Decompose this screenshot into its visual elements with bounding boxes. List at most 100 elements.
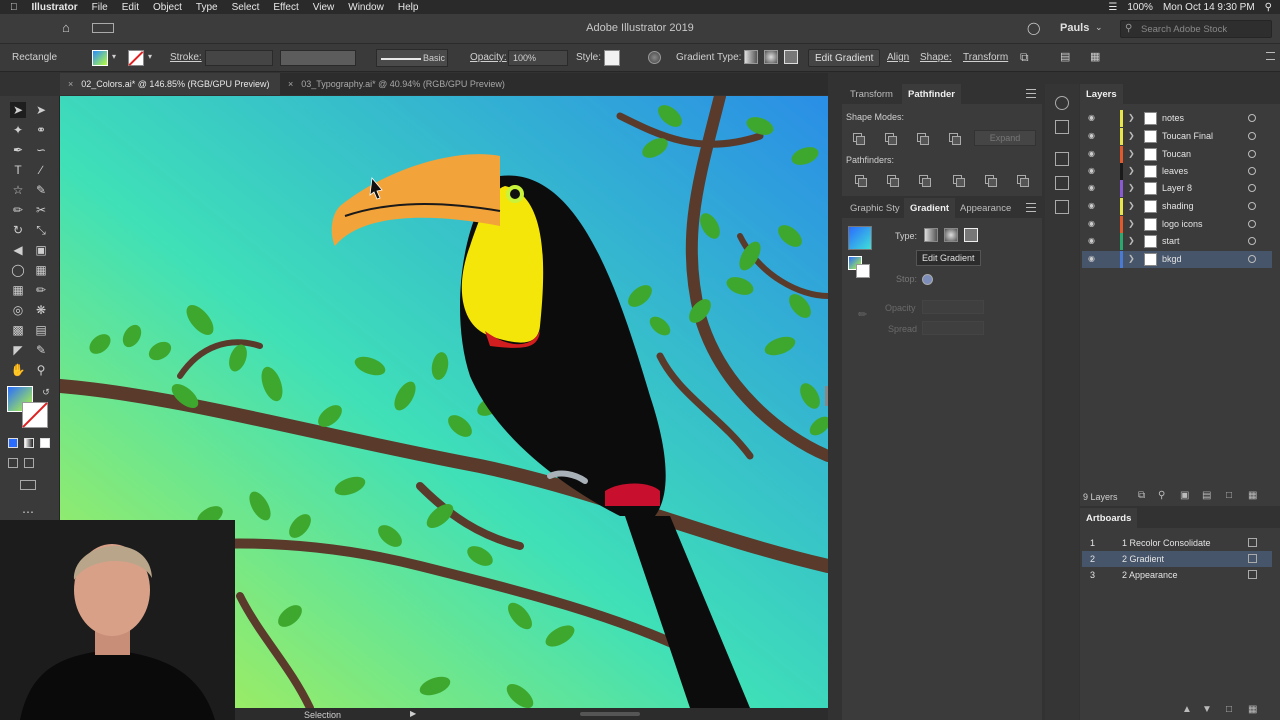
more-tools-icon[interactable]: ⋯ [20,504,36,520]
symbols-icon[interactable] [1055,200,1069,214]
merge-icon[interactable] [916,172,932,188]
outline-icon[interactable] [982,172,998,188]
chevron-right-icon[interactable]: ❯ [1128,113,1135,122]
menu-illustrator[interactable]: Illustrator [32,2,78,13]
pencil-icon[interactable]: ✏ [10,202,26,218]
menu-type[interactable]: Type [196,2,218,13]
artboard-options-icon[interactable] [1248,570,1257,579]
target-icon[interactable] [1248,132,1256,140]
stroke-mini-swatch[interactable] [856,264,870,278]
minus-back-icon[interactable] [1014,172,1030,188]
layer-row-logo-icons[interactable]: ◉ ❯ logo icons [1082,216,1272,233]
stroke-swatch[interactable] [128,50,144,66]
eye-icon[interactable]: ◉ [1088,166,1098,176]
align-icon[interactable]: ▤ [1060,50,1070,63]
arrange-icon[interactable]: ▦ [1090,50,1100,63]
menu-select[interactable]: Select [232,2,260,13]
brushes-icon[interactable] [1055,176,1069,190]
layer-row-layer-8[interactable]: ◉ ❯ Layer 8 [1082,180,1272,197]
shape-link[interactable]: Shape: [920,52,952,63]
linear-gradient-icon[interactable] [744,50,758,64]
star-tool-icon[interactable]: ☆ [10,182,26,198]
intersect-icon[interactable] [914,130,930,146]
hand-icon[interactable]: ✋ [10,362,26,378]
panel-menu-icon[interactable] [1026,203,1036,212]
chevron-right-icon[interactable]: ❯ [1128,183,1135,192]
none-mode-icon[interactable] [40,438,50,448]
artboard-icon[interactable]: ▤ [33,322,49,338]
chevron-right-icon[interactable]: ❯ [1128,131,1135,140]
panel-menu-icon[interactable] [1266,52,1275,60]
status-arrow-icon[interactable]: ▶ [410,709,416,718]
scissors-icon[interactable]: ✂ [33,202,49,218]
tab-transform[interactable]: Transform [844,84,899,104]
layer-row-notes[interactable]: ◉ ❯ notes [1082,110,1272,127]
expand-button[interactable]: Expand [974,130,1036,146]
artboard-row-2[interactable]: 2 2 Gradient [1082,551,1272,567]
chevron-down-icon[interactable]: ⌄ [1095,22,1103,33]
apple-icon[interactable]:  [10,2,18,13]
opacity-field[interactable] [922,300,984,314]
chevron-down-icon[interactable]: ▾ [148,52,152,61]
freeform-gradient-icon[interactable] [784,50,798,64]
export-icon[interactable]: ⧉ [1138,490,1145,501]
tab-appearance[interactable]: Appearance [954,198,1017,218]
rotate-icon[interactable]: ↻ [10,222,26,238]
eyedropper-icon[interactable]: ✏ [858,308,867,321]
target-icon[interactable] [1248,150,1256,158]
screen-mode-icon[interactable] [20,480,36,490]
tab-artboards[interactable]: Artboards [1080,508,1138,528]
chevron-right-icon[interactable]: ❯ [1128,149,1135,158]
fill-swatch[interactable] [92,50,108,66]
variable-width-profile[interactable] [280,50,356,66]
wifi-icon[interactable]: ☰ [1108,2,1117,13]
align-link[interactable]: Align [887,52,909,63]
eraser-icon[interactable]: ✎ [33,342,49,358]
panel-menu-icon[interactable] [1026,89,1036,98]
eye-icon[interactable]: ◉ [1088,113,1098,123]
direct-selection-tool-icon[interactable]: ➤ [33,102,49,118]
curvature-icon[interactable]: ∽ [33,142,49,158]
freeform-type-icon[interactable] [964,228,978,242]
blend-icon[interactable]: ◎ [10,302,26,318]
move-down-icon[interactable]: ▼ [1202,704,1212,715]
menu-file[interactable]: File [92,2,108,13]
brush-definition[interactable]: Basic [376,49,448,67]
opacity-label[interactable]: Opacity: [470,52,507,63]
scale-icon[interactable]: ⤡ [33,222,49,238]
menu-help[interactable]: Help [398,2,419,13]
stock-search[interactable]: ⚲ Search Adobe Stock [1120,20,1272,38]
chevron-right-icon[interactable]: ❯ [1128,219,1135,228]
isolate-icon[interactable]: ⧉ [1020,50,1029,65]
divide-icon[interactable] [852,172,868,188]
stop-color-dot[interactable] [922,274,933,285]
status-tool-label[interactable]: Selection [304,710,341,720]
shape-builder-icon[interactable]: ◯ [10,262,26,278]
chevron-right-icon[interactable]: ❯ [1128,166,1135,175]
new-artboard-icon[interactable]: □ [1226,704,1232,715]
vertical-scrollbar[interactable] [825,386,828,406]
artboard-options-icon[interactable] [1248,538,1257,547]
graph-icon[interactable]: ▩ [10,322,26,338]
search-icon[interactable]: ⚲ [1158,490,1165,501]
trash-icon[interactable]: ▦ [1248,704,1257,715]
target-icon[interactable] [1248,237,1256,245]
trim-icon[interactable] [884,172,900,188]
exclude-icon[interactable] [946,130,962,146]
lightbulb-icon[interactable]: ◯ [1027,21,1040,35]
eye-icon[interactable]: ◉ [1088,201,1098,211]
tab-gradient[interactable]: Gradient [904,198,956,218]
eyedropper-icon[interactable]: ✏ [33,282,49,298]
line-tool-icon[interactable]: ∕ [33,162,49,178]
radial-type-icon[interactable] [944,228,958,242]
new-layer-icon[interactable]: □ [1226,490,1232,501]
eye-icon[interactable]: ◉ [1088,236,1098,246]
close-icon[interactable]: × [288,79,293,89]
artboard-options-icon[interactable] [1248,554,1257,563]
paintbrush-icon[interactable]: ✎ [33,182,49,198]
target-icon[interactable] [1248,202,1256,210]
transform-link[interactable]: Transform [963,52,1008,63]
layer-row-leaves[interactable]: ◉ ❯ leaves [1082,163,1272,180]
type-tool-icon[interactable]: T [10,162,26,178]
radial-gradient-icon[interactable] [764,50,778,64]
